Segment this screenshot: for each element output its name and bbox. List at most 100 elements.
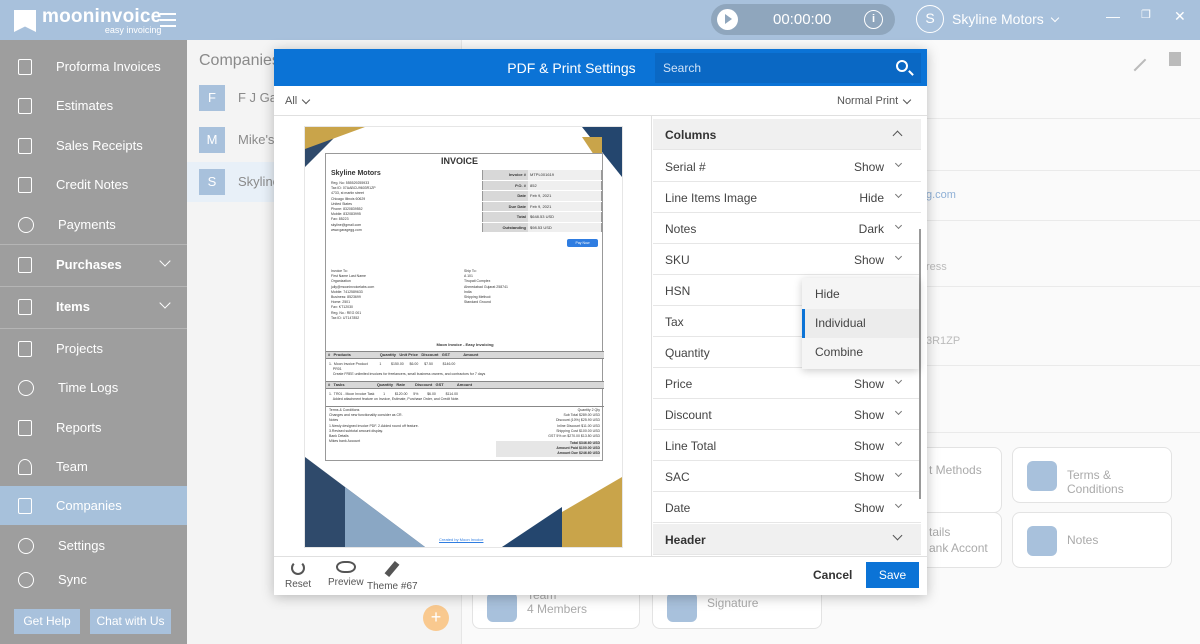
dropdown-option-combine[interactable]: Combine — [802, 338, 919, 367]
terms-conditions-card[interactable]: Terms & Conditions — [1012, 447, 1172, 503]
purchases-icon — [18, 256, 32, 273]
settings-scrollbar[interactable] — [919, 229, 921, 499]
logo-name: mooninvoice — [42, 6, 162, 27]
timer-widget: 00:00:00 i — [711, 4, 895, 35]
sidebar-item-proforma-invoices[interactable]: Proforma Invoices — [0, 47, 187, 86]
invoice-grand-total: Total $346.60 USD Amount Paid $100.00 US… — [496, 441, 600, 457]
chevron-down-icon — [894, 407, 903, 416]
close-icon[interactable]: ✕ — [1174, 8, 1186, 25]
paintbrush-icon — [384, 560, 400, 578]
sidebar-item-reports[interactable]: Reports — [0, 408, 187, 447]
sync-icon — [18, 571, 34, 588]
header-section-header[interactable]: Header — [653, 524, 921, 555]
sidebar-item-time-logs[interactable]: Time Logs — [0, 368, 187, 407]
clipboard-icon — [1027, 461, 1057, 491]
chevron-down-icon — [894, 221, 903, 230]
dropdown-option-hide[interactable]: Hide — [802, 280, 919, 309]
avatar: F — [199, 85, 225, 111]
sidebar-item-items[interactable]: Items — [0, 287, 187, 326]
print-mode-dropdown[interactable]: Normal Print — [837, 95, 912, 107]
setting-row-sac[interactable]: SAC Show — [653, 461, 921, 492]
chevron-down-icon — [894, 469, 903, 478]
sidebar-item-sync[interactable]: Sync — [0, 560, 187, 599]
print-mode-value: Normal Print — [837, 95, 899, 107]
add-button[interactable]: + — [423, 605, 449, 631]
chevron-down-icon — [301, 95, 311, 104]
sidebar-item-companies[interactable]: Companies — [0, 486, 187, 525]
get-help-button[interactable]: Get Help — [14, 609, 80, 634]
maximize-icon[interactable]: ❐ — [1141, 8, 1151, 21]
bank-account-sub: ank Accont — [929, 541, 988, 555]
invoice-document: INVOICE Skyline Motors Reg. No: 55552925… — [325, 153, 604, 461]
columns-section-header[interactable]: Columns — [653, 119, 921, 150]
avatar: S — [199, 169, 225, 195]
invoice-footer-link: Created by Moon Invoice — [439, 537, 484, 542]
setting-row-notes[interactable]: Notes Dark — [653, 213, 921, 244]
chevron-down-icon — [894, 438, 903, 447]
info-icon[interactable]: i — [864, 10, 883, 29]
sidebar-item-purchases[interactable]: Purchases — [0, 245, 187, 284]
note-icon — [1027, 526, 1057, 556]
filter-value: All — [285, 95, 298, 107]
reset-button[interactable]: Reset — [285, 561, 311, 590]
setting-row-line-items-image[interactable]: Line Items Image Hide — [653, 182, 921, 213]
sidebar-item-team[interactable]: Team — [0, 447, 187, 486]
timer-display: 00:00:00 — [773, 11, 832, 28]
building-icon — [18, 497, 32, 514]
setting-row-date[interactable]: Date Show — [653, 492, 921, 523]
payment-methods-label: t Methods — [929, 463, 982, 477]
setting-row-line-total[interactable]: Line Total Show — [653, 430, 921, 461]
invoice-meta-table: Invoice # MTPL001619 P.O. #852 Date Feb 9,… — [482, 170, 602, 233]
tax-id-fragment: 3R1ZP — [926, 335, 961, 347]
product-line: 1. Moon Invoice Product 1 $150.00 $6.00 … — [329, 362, 486, 377]
invoice-title: INVOICE — [441, 156, 479, 166]
team-members-count: 4 Members — [527, 602, 588, 616]
chevron-down-icon — [902, 95, 912, 104]
chevron-down-icon — [894, 252, 903, 261]
setting-row-price[interactable]: Price Show — [653, 368, 921, 399]
cancel-button[interactable]: Cancel — [813, 568, 852, 582]
avatar: M — [199, 127, 225, 153]
invoice-totals: Quantity 2 Qty Sub Total $289.00 USD Dis… — [548, 408, 600, 439]
tax-options-dropdown: Hide Individual Combine — [802, 278, 919, 369]
sidebar-item-credit-notes[interactable]: Credit Notes — [0, 165, 187, 204]
tasks-header: # Tasks Quantity Rate Discount GST Amoun… — [326, 381, 604, 389]
gear-icon — [18, 537, 34, 554]
task-line: 1. TR01 - Moon Invoice Task 1 $120.00 5%… — [329, 392, 460, 402]
filter-dropdown[interactable]: All — [285, 95, 311, 107]
setting-row-discount[interactable]: Discount Show — [653, 399, 921, 430]
signature-label: Signature — [707, 596, 759, 610]
receipt-icon — [18, 137, 32, 154]
setting-row-serial[interactable]: Serial # Show — [653, 151, 921, 182]
search-input[interactable] — [655, 53, 885, 83]
play-icon[interactable] — [717, 9, 738, 30]
search-icon[interactable] — [896, 60, 908, 72]
sidebar-item-sales-receipts[interactable]: Sales Receipts — [0, 126, 187, 165]
items-icon — [18, 298, 32, 315]
sidebar: Proforma Invoices Estimates Sales Receip… — [0, 40, 187, 644]
notes-label: Notes — [1067, 533, 1099, 547]
sidebar-item-payments[interactable]: Payments — [0, 205, 187, 244]
notes-card[interactable]: Notes — [1012, 512, 1172, 568]
sidebar-item-estimates[interactable]: Estimates — [0, 86, 187, 125]
save-button[interactable]: Save — [866, 562, 919, 588]
preview-button[interactable]: Preview — [328, 561, 364, 588]
sidebar-item-projects[interactable]: Projects — [0, 329, 187, 368]
company-name: Mike's — [238, 132, 275, 147]
chevron-down-icon — [894, 159, 903, 168]
dollar-icon — [18, 216, 34, 233]
dialog-header: PDF & Print Settings — [274, 49, 927, 86]
invoice-company: Skyline Motors — [331, 170, 381, 177]
dropdown-option-individual[interactable]: Individual — [802, 309, 919, 338]
setting-row-sku[interactable]: SKU Show — [653, 244, 921, 275]
terms-label: Terms & Conditions — [1067, 468, 1124, 496]
hamburger-menu-icon[interactable] — [160, 13, 176, 27]
trash-icon[interactable] — [1169, 52, 1181, 66]
theme-button[interactable]: Theme #67 — [367, 560, 418, 592]
minimize-icon[interactable]: — — [1106, 8, 1120, 24]
chevron-up-icon — [892, 130, 903, 141]
eye-icon — [335, 561, 356, 573]
chat-with-us-button[interactable]: Chat with Us — [90, 609, 171, 634]
user-menu[interactable]: S Skyline Motors — [916, 5, 1060, 33]
pdf-page: INVOICE Skyline Motors Reg. No: 55552925… — [304, 126, 623, 548]
